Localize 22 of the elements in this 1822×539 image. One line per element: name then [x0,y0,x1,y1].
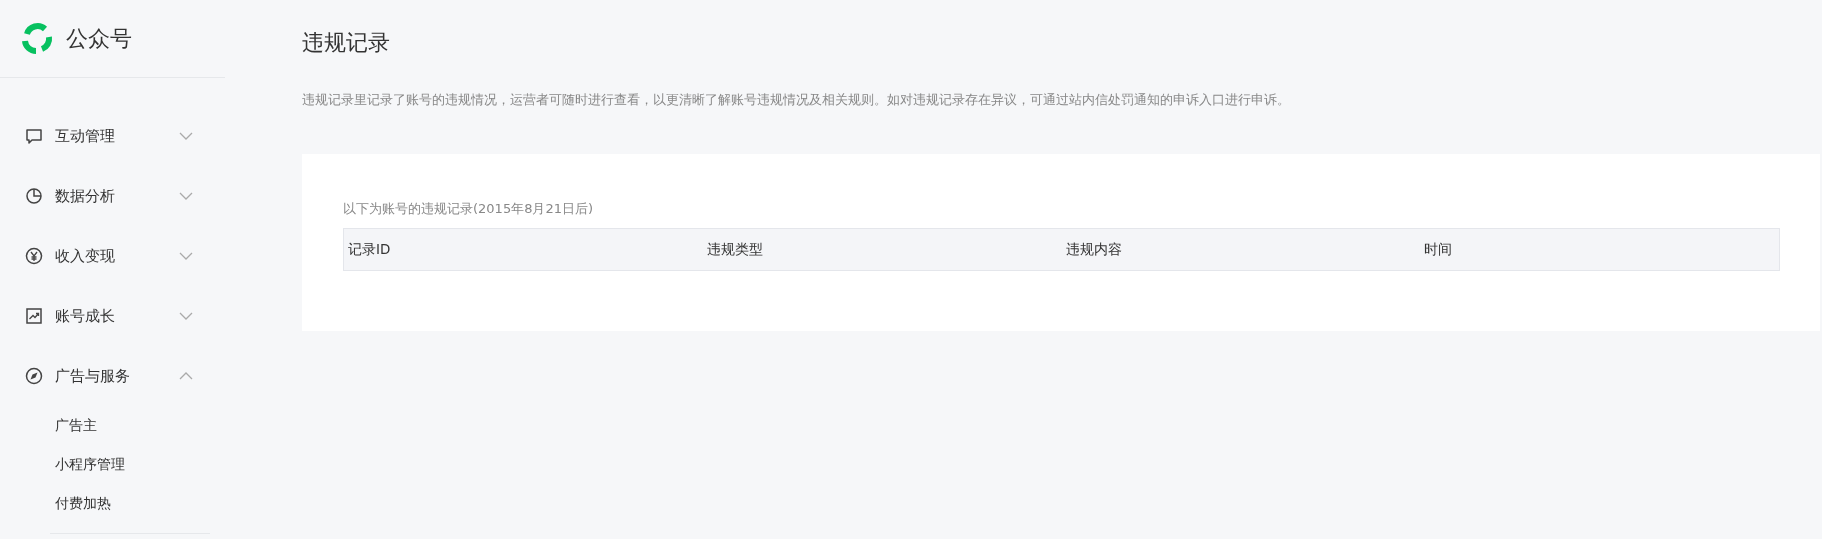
pie-chart-icon [24,186,44,206]
page-title: 违规记录 [302,29,391,57]
sidebar-item[interactable]: 互动管理 [0,106,225,166]
column-header: 违规内容 [1064,240,1123,259]
sidebar-subitem[interactable]: 付费加热 [50,484,210,523]
column-header: 时间 [1423,240,1454,259]
sidebar-item[interactable]: 账号成长 [0,286,225,346]
page-description: 违规记录里记录了账号的违规情况，运营者可随时进行查看，以更清晰了解账号违规情况及相关规则。如对违规记录存在异议，可通过站内信处罚通知的申诉入口进行申诉。 [302,92,1291,109]
column-header: 记录ID [347,240,392,259]
yen-icon [24,246,44,266]
sidebar-subitem[interactable]: 广告主 [50,406,210,445]
sidebar-item[interactable]: 广告与服务 [0,346,225,406]
column-header: 违规类型 [705,240,764,259]
compass-icon [24,366,44,386]
trend-chart-icon [24,306,44,326]
logo-icon [20,21,54,56]
sidebar-subitem[interactable]: 小程序管理 [50,445,210,484]
sidebar-item[interactable]: 收入变现 [0,226,225,286]
table-caption: 以下为账号的违规记录(2015年8月21日后) [343,200,595,218]
sidebar-item[interactable]: 数据分析 [0,166,225,226]
brand-name: 公众号 [66,24,132,53]
chat-icon [24,126,44,146]
